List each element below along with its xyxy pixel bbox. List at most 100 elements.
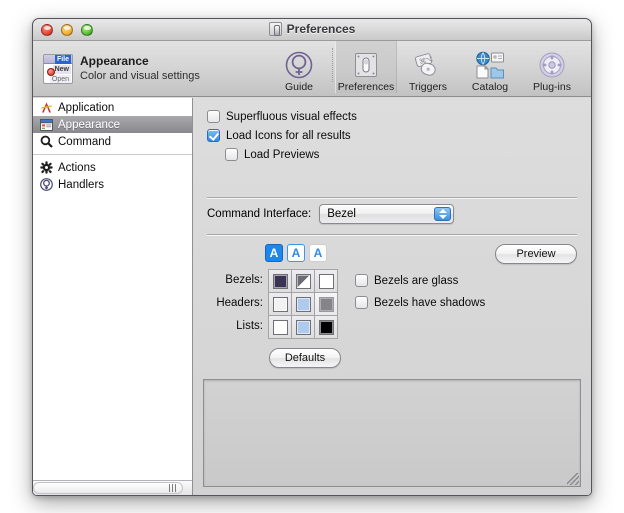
checkbox-label: Load Previews: [244, 148, 320, 161]
checkbox-bezels-have-shadows[interactable]: Bezels have shadows: [355, 296, 485, 309]
bezel-options-group: Bezels are glass Bezels have shadows: [355, 274, 485, 309]
toolbar-separator: [332, 48, 333, 82]
command-interface-label: Command Interface:: [207, 208, 312, 220]
toolbar-item-catalog[interactable]: Catalog: [459, 41, 521, 93]
sidebar-item-label: Actions: [58, 161, 96, 174]
checkbox-box[interactable]: [355, 274, 368, 287]
swatch-light-blue[interactable]: [291, 292, 315, 316]
swatch-off-white[interactable]: [268, 292, 292, 316]
magnifier-icon: [39, 135, 53, 149]
sidebar-item-command[interactable]: Command: [33, 133, 192, 150]
sidebar-item-actions[interactable]: Actions: [33, 159, 192, 176]
page-subtitle: Color and visual settings: [80, 70, 200, 83]
text-size-swatch-large[interactable]: A: [265, 244, 283, 262]
sidebar-item-handlers[interactable]: Handlers: [33, 176, 192, 193]
toolbar-label: Preferences: [337, 81, 395, 93]
checkbox-load-previews[interactable]: Load Previews: [225, 148, 357, 161]
globe-card-file-folder-icon: [475, 50, 505, 80]
toolbar-item-preferences[interactable]: Preferences: [335, 41, 397, 93]
toolbar-label: Catalog: [471, 81, 509, 93]
toolbar-label: Guide: [284, 81, 314, 93]
divider-bottom: [207, 234, 577, 235]
command-interface-row: Command Interface: Bezel: [207, 204, 455, 224]
toolbar-label: Plug-ins: [533, 81, 571, 93]
scrollbar-thumb[interactable]: [33, 482, 183, 494]
defaults-button-label: Defaults: [284, 352, 326, 364]
guide-venus-icon: [285, 50, 313, 80]
sidebar-list: Application Appearance Command Actions H…: [33, 98, 192, 480]
letter-a-icon: [39, 101, 53, 115]
sidebar-item-label: Application: [58, 101, 115, 114]
toolbar-items: Guide Preferences ⌘ ⌥ Triggers Catalog P…: [268, 41, 591, 96]
checkbox-load-icons-for-all-results[interactable]: Load Icons for all results: [207, 129, 357, 142]
switch-icon: [268, 22, 282, 36]
checkbox-label: Superfluous visual effects: [226, 110, 357, 123]
puzzle-gear-icon: [538, 50, 566, 80]
checkbox-box[interactable]: [207, 129, 220, 142]
swatch-row-headers: [268, 292, 338, 316]
sidebar-item-appearance[interactable]: Appearance: [33, 116, 192, 133]
swatch-diagonal-gray[interactable]: [291, 269, 315, 293]
swatch-light-blue[interactable]: [291, 315, 315, 339]
text-size-swatch-small[interactable]: A: [309, 244, 327, 262]
letter-a-glyph: A: [313, 246, 323, 260]
sidebar-item-application[interactable]: Application: [33, 99, 192, 116]
checkbox-box[interactable]: [225, 148, 238, 161]
gear-icon: [39, 161, 53, 175]
swatch-white[interactable]: [268, 315, 292, 339]
checkbox-label: Bezels are glass: [374, 274, 459, 287]
sidebar-divider: [33, 154, 192, 155]
command-interface-value: Bezel: [327, 208, 356, 220]
window-title: Preferences: [286, 22, 356, 36]
text-size-swatches: A A A: [265, 244, 327, 262]
sidebar-item-label: Appearance: [58, 118, 121, 131]
swatch-label-bezels: Bezels:: [225, 274, 263, 286]
checkbox-label: Load Icons for all results: [226, 129, 351, 142]
text-size-swatch-medium[interactable]: A: [287, 244, 305, 262]
swatch-dark-navy[interactable]: [268, 269, 292, 293]
icon-tag-open: Open: [49, 74, 71, 83]
checkbox-box[interactable]: [207, 110, 220, 123]
window-titlebar[interactable]: Preferences: [33, 19, 591, 41]
preferences-window: Preferences File New Open Appearance Col…: [32, 18, 592, 496]
preview-panel[interactable]: [203, 379, 581, 487]
window-ui-icon: [39, 118, 53, 132]
app-text: Appearance Color and visual settings: [80, 54, 200, 84]
icon-tag-new: New: [52, 64, 71, 74]
swatch-row-bezels: [268, 269, 338, 293]
swatch-matrix: [268, 269, 338, 339]
toolbar-item-plugins[interactable]: Plug-ins: [521, 41, 583, 93]
page-title: Appearance: [80, 53, 149, 68]
defaults-button[interactable]: Defaults: [269, 348, 341, 368]
mouse-keys-icon: ⌘ ⌥: [413, 50, 443, 80]
swatch-black[interactable]: [314, 315, 338, 339]
toolbar-label: Triggers: [408, 81, 448, 93]
checkbox-bezels-are-glass[interactable]: Bezels are glass: [355, 274, 485, 287]
divider-top: [207, 197, 577, 198]
letter-a-glyph: A: [291, 246, 301, 260]
main-pane: Superfluous visual effects Load Icons fo…: [193, 98, 591, 495]
venus-badge-icon: [39, 178, 53, 192]
letter-a-glyph: A: [269, 246, 279, 260]
toolbar-item-triggers[interactable]: ⌘ ⌥ Triggers: [397, 41, 459, 93]
checkbox-superfluous-visual-effects[interactable]: Superfluous visual effects: [207, 110, 357, 123]
icon-tag-file: File: [54, 54, 71, 64]
window-body: Application Appearance Command Actions H…: [33, 98, 591, 495]
swatch-white[interactable]: [314, 269, 338, 293]
swatch-gray[interactable]: [314, 292, 338, 316]
checkbox-box[interactable]: [355, 296, 368, 309]
command-interface-popup[interactable]: Bezel: [319, 204, 455, 224]
toolbar: File New Open Appearance Color and visua…: [33, 41, 591, 97]
preview-button-label: Preview: [516, 248, 556, 260]
sidebar: Application Appearance Command Actions H…: [33, 98, 193, 495]
menu-file-icon: File New Open: [43, 53, 73, 84]
checkbox-label: Bezels have shadows: [374, 296, 486, 309]
toolbar-item-guide[interactable]: Guide: [268, 41, 330, 93]
swatch-row-labels: Bezels: Headers: Lists:: [207, 274, 263, 332]
preview-button[interactable]: Preview: [495, 244, 577, 264]
app-identity: File New Open Appearance Color and visua…: [33, 53, 268, 84]
sidebar-item-label: Command: [58, 135, 112, 148]
sidebar-horizontal-scrollbar[interactable]: [33, 480, 192, 495]
resize-grip-icon[interactable]: [567, 473, 579, 485]
chevron-updown-icon[interactable]: [434, 207, 452, 221]
